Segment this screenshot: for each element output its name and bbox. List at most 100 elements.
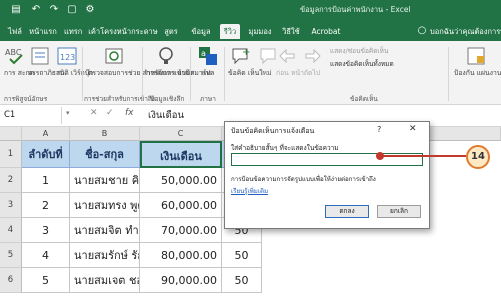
tab-page-layout[interactable]: เค้าโครงหน้ากระดาษ	[88, 24, 158, 39]
dialog-description: การป้อนข้อความการจัดรูปแบบเพื่อให้ง่ายต่…	[231, 176, 376, 183]
tab-help[interactable]: วิธีใช้	[280, 24, 302, 39]
group-separator	[190, 47, 191, 101]
table-cell[interactable]: 1	[22, 168, 70, 193]
table-cell[interactable]: นายสมเจต ชอบดี	[70, 268, 140, 293]
accessibility-icon	[105, 48, 123, 64]
row-header[interactable]: 6	[0, 268, 22, 293]
table-cell[interactable]: 60,000.00	[140, 193, 222, 218]
enter-formula-icon[interactable]: ✓	[106, 108, 114, 118]
close-icon[interactable]: ✕	[409, 124, 417, 134]
table-cell[interactable]: นายสมรักษ์ รักดี	[70, 243, 140, 268]
table-cell[interactable]: 90,000.00	[140, 268, 222, 293]
save-icon[interactable]: ▤	[10, 4, 22, 16]
tab-acrobat[interactable]: Acrobat	[308, 24, 344, 39]
proofing-group-label: การพิสูจน์อักษร	[4, 95, 48, 103]
language-group-label: ภาษา	[200, 95, 216, 103]
step-callout-badge: 14	[466, 145, 490, 169]
show-all-comments-option[interactable]: แสดงข้อคิดเห็นทั้งหมด	[330, 59, 394, 69]
table-cell[interactable]: นายสมจิต ทำดี	[70, 218, 140, 243]
svg-text:ABC: ABC	[5, 48, 22, 57]
table-cell[interactable]: นายสมทรง พูดดี	[70, 193, 140, 218]
ribbon-review: ABC การ สะกด อรรถาภิธาน 123 สถิติ เวิร์ก…	[0, 41, 501, 105]
tab-file[interactable]: ไฟล์	[6, 24, 24, 39]
tab-review[interactable]: รีวิว	[220, 24, 240, 39]
name-box[interactable]: C1	[0, 107, 62, 124]
ok-button[interactable]: ตกลง	[325, 205, 369, 218]
column-header-b[interactable]: B	[70, 127, 140, 141]
row-header[interactable]: 4	[0, 218, 22, 243]
redo-icon[interactable]: ↷	[48, 4, 60, 16]
header-cell-salary[interactable]: เงินเดือน	[140, 141, 222, 168]
table-cell[interactable]: 50,000.00	[140, 168, 222, 193]
window-title: ข้อมูลการป้อนค่าพนักงาน - Excel	[300, 5, 411, 14]
row-header[interactable]: 1	[0, 141, 22, 168]
check-accessibility-button[interactable]: ตรวจสอบการช่วย สำหรับการเข้าถึง	[88, 45, 193, 78]
svg-text:123: 123	[60, 53, 75, 62]
table-cell[interactable]: 50	[222, 243, 262, 268]
previous-comment-button[interactable]: ก่อน หน้า	[276, 45, 304, 78]
translate-icon: a	[199, 47, 217, 65]
group-separator	[82, 47, 83, 101]
svg-text:+: +	[242, 47, 250, 58]
select-all-corner[interactable]	[0, 127, 22, 141]
column-header-c[interactable]: C	[140, 127, 222, 141]
translate-button[interactable]: a แปล	[196, 45, 220, 78]
row-header[interactable]: 2	[0, 168, 22, 193]
alt-text-dialog: ป้อนข้อคิดเห็นการแจ้งเตือน ? ✕ ใส่คำอธิบ…	[224, 121, 430, 229]
table-cell[interactable]: นายสมชาย คิดดี	[70, 168, 140, 193]
show-hide-comment-option[interactable]: แสดง/ซ่อนข้อคิดเห็น	[330, 46, 388, 56]
thesaurus-icon	[31, 47, 49, 65]
workbook-stats-button[interactable]: 123 สถิติ เวิร์กบุ๊ก	[56, 45, 93, 78]
protect-sheet-button[interactable]: ป้องกัน แผ่นงาน	[454, 45, 501, 78]
name-box-dropdown-icon[interactable]: ▾	[66, 109, 70, 117]
comments-group-label: ข้อคิดเห็น	[350, 95, 378, 103]
group-separator	[448, 47, 449, 101]
insert-function-icon[interactable]: fx	[125, 108, 134, 118]
spelling-button[interactable]: ABC การ สะกด	[4, 45, 34, 78]
delete-comment-button[interactable]: ลบ	[258, 45, 276, 78]
table-cell[interactable]: 70,000.00	[140, 218, 222, 243]
tab-data[interactable]: ข้อมูล	[188, 24, 214, 39]
dialog-prompt: ใส่คำอธิบายสั้นๆ ที่จะแสดงในข้อความ	[231, 144, 339, 152]
smart-lookup-icon	[159, 47, 173, 64]
table-cell[interactable]: 50	[222, 268, 262, 293]
table-cell[interactable]: 2	[22, 193, 70, 218]
tab-formulas[interactable]: สูตร	[162, 24, 180, 39]
learn-more-link[interactable]: เรียนรู้เพิ่มเติม	[231, 186, 268, 196]
next-comment-button[interactable]: ถัดไป	[302, 45, 322, 78]
table-cell[interactable]: 4	[22, 243, 70, 268]
cancel-formula-icon[interactable]: ✕	[90, 108, 98, 118]
tab-home[interactable]: หน้าแรก	[28, 24, 58, 39]
svg-text:a: a	[201, 49, 206, 58]
tell-me-search[interactable]: บอกฉันว่าคุณต้องการทำอะไร	[430, 24, 501, 39]
table-cell[interactable]: 80,000.00	[140, 243, 222, 268]
tab-view[interactable]: มุมมอง	[246, 24, 274, 39]
table-cell[interactable]: 5	[22, 268, 70, 293]
dialog-title: ป้อนข้อคิดเห็นการแจ้งเตือน	[231, 127, 315, 135]
cancel-button[interactable]: ยกเลิก	[377, 205, 421, 218]
title-bar: ▤ ↶ ↷ ▢ ⚙ ข้อมูลการป้อนค่าพนักงาน - Exce…	[0, 0, 501, 21]
row-header[interactable]: 5	[0, 243, 22, 268]
print-preview-icon[interactable]: ▢	[66, 4, 78, 16]
new-comment-button[interactable]: + ข้อคิด เห็นใหม่	[228, 45, 272, 78]
formula-input[interactable]: เงินเดือน	[148, 108, 184, 123]
smart-lookup-button[interactable]: การค้นหา แบบสมาร์ท	[146, 45, 211, 78]
header-cell-order[interactable]: ลำดับที่	[22, 141, 70, 168]
tab-insert[interactable]: แทรก	[64, 24, 82, 39]
row-header[interactable]: 3	[0, 193, 22, 218]
header-cell-name[interactable]: ชื่อ-สกุล	[70, 141, 140, 168]
undo-icon[interactable]: ↶	[30, 4, 42, 16]
spelling-icon: ABC	[5, 48, 23, 65]
insights-group-label: ข้อมูลเชิงลึก	[150, 95, 185, 103]
protect-sheet-icon	[467, 47, 485, 65]
column-header-a[interactable]: A	[22, 127, 70, 141]
table-cell[interactable]: 3	[22, 218, 70, 243]
group-separator	[224, 47, 225, 101]
customize-qat-icon[interactable]: ⚙	[84, 4, 96, 16]
previous-comment-icon	[279, 48, 295, 64]
new-comment-icon: +	[232, 47, 250, 65]
workbook-stats-icon: 123	[57, 47, 77, 65]
thesaurus-button[interactable]: อรรถาภิธาน	[28, 45, 64, 78]
help-icon[interactable]: ?	[377, 125, 381, 134]
accessibility-group-label: การช่วยสำหรับการเข้าถึง	[84, 95, 155, 103]
